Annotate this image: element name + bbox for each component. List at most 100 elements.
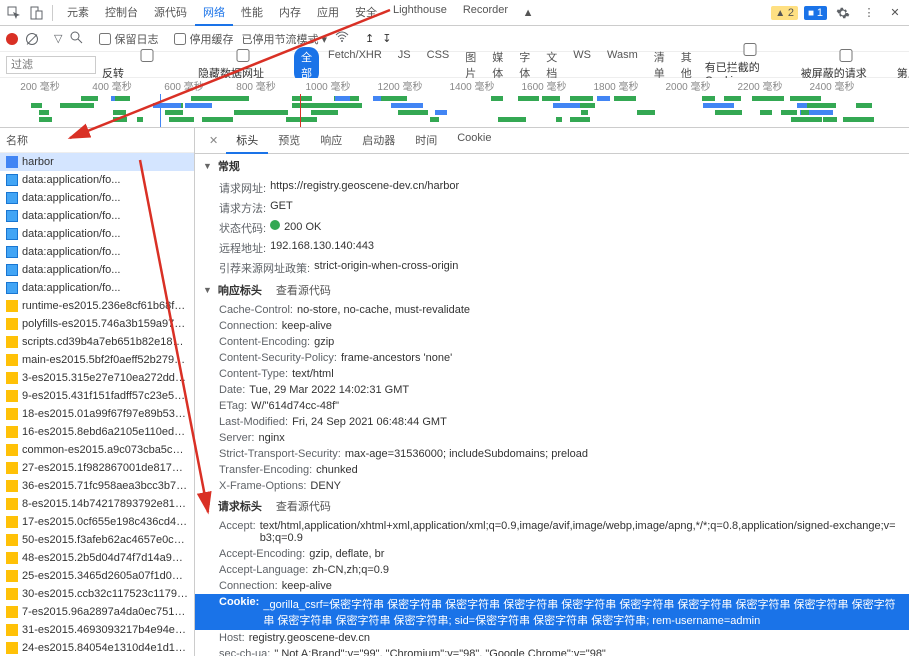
waterfall-overview[interactable]: 200 毫秒400 毫秒600 毫秒800 毫秒1000 毫秒1200 毫秒14… — [0, 78, 909, 128]
clear-icon[interactable] — [26, 33, 38, 45]
more-icon[interactable]: ⋮ — [859, 3, 879, 23]
request-row[interactable]: data:application/fo... — [0, 207, 194, 225]
request-row[interactable]: 31-es2015.4693093217b4e94e227a.js — [0, 621, 194, 639]
header-row[interactable]: Connection: keep-alive — [195, 318, 909, 334]
header-row[interactable]: ETag: W/"614d74cc-48f" — [195, 398, 909, 414]
record-icon[interactable] — [6, 33, 18, 45]
request-row[interactable]: 27-es2015.1f982867001de81791c3.js — [0, 459, 194, 477]
request-name: common-es2015.a9c073cba5c10a04538.js — [22, 444, 188, 456]
download-icon[interactable]: ↧ — [382, 32, 391, 45]
device-icon[interactable] — [26, 3, 46, 23]
header-row[interactable]: Accept: text/html,application/xhtml+xml,… — [195, 518, 909, 546]
invert-checkbox[interactable]: 反转 — [102, 49, 192, 81]
throttling-dropdown[interactable]: 已停用节流模式 ▾ — [241, 31, 327, 47]
close-devtools-icon[interactable]: ✕ — [885, 3, 905, 23]
header-row[interactable]: Last-Modified: Fri, 24 Sep 2021 06:48:44… — [195, 414, 909, 430]
blocked-requests-checkbox[interactable]: 被屏蔽的请求 — [801, 49, 891, 81]
request-row[interactable]: 8-es2015.14b74217893792e81f3.js — [0, 495, 194, 513]
preserve-log-checkbox[interactable]: 保留日志 — [99, 31, 158, 47]
info-badge[interactable]: ■ 1 — [804, 6, 827, 20]
panel-tab-Recorder[interactable]: Recorder — [455, 0, 516, 26]
request-row[interactable]: data:application/fo... — [0, 171, 194, 189]
request-details: ✕ 标头预览响应启动器时间Cookie ▼常规 请求网址:https://reg… — [195, 128, 909, 656]
header-row[interactable]: Content-Encoding: gzip — [195, 334, 909, 350]
request-row[interactable]: 9-es2015.431f151fadff57c23e51.js — [0, 387, 194, 405]
detail-tab-响应[interactable]: 响应 — [310, 128, 352, 154]
request-row[interactable]: 18-es2015.01a99f67f97e89b53c24.js — [0, 405, 194, 423]
request-headers-section[interactable]: ▼请求标头查看源代码 — [195, 494, 909, 518]
panel-tab-性能[interactable]: 性能 — [233, 0, 271, 26]
request-row[interactable]: data:application/fo... — [0, 279, 194, 297]
request-row[interactable]: 7-es2015.96a2897a4da0ec751dac.js — [0, 603, 194, 621]
request-row[interactable]: scripts.cd39b4a7eb651b82e188.js — [0, 333, 194, 351]
request-row[interactable]: 36-es2015.71fc958aea3bcc3b780ca.js — [0, 477, 194, 495]
request-row[interactable]: 16-es2015.8ebd6a2105e110edd1f0.js — [0, 423, 194, 441]
third-party-checkbox[interactable]: 第三方请求 — [897, 49, 909, 81]
request-row[interactable]: data:application/fo... — [0, 225, 194, 243]
wifi-icon[interactable] — [335, 30, 349, 47]
header-row[interactable]: Content-Security-Policy: frame-ancestors… — [195, 350, 909, 366]
header-row[interactable]: Accept-Language: zh-CN,zh;q=0.9 — [195, 562, 909, 578]
panel-tab-网络[interactable]: 网络 — [195, 0, 233, 26]
disable-cache-checkbox[interactable]: 停用缓存 — [174, 31, 233, 47]
general-section[interactable]: ▼常规 — [195, 154, 909, 178]
search-icon[interactable] — [70, 31, 83, 47]
request-row[interactable]: 30-es2015.ccb32c117523c1179e17.js — [0, 585, 194, 603]
detail-tab-时间[interactable]: 时间 — [405, 128, 447, 154]
inspect-icon[interactable] — [4, 3, 24, 23]
request-name: 17-es2015.0cf655e198c436cd4613.js — [22, 516, 188, 528]
request-row[interactable]: runtime-es2015.236e8cf61b68f5da67fe.js — [0, 297, 194, 315]
close-details-icon[interactable]: ✕ — [201, 134, 226, 147]
request-row[interactable]: 17-es2015.0cf655e198c436cd4613.js — [0, 513, 194, 531]
request-row[interactable]: data:application/fo... — [0, 189, 194, 207]
header-row[interactable]: Host: registry.geoscene-dev.cn — [195, 630, 909, 646]
panel-tab-源代码[interactable]: 源代码 — [146, 0, 195, 26]
header-row[interactable]: Server: nginx — [195, 430, 909, 446]
header-value: registry.geoscene-dev.cn — [249, 632, 370, 644]
header-row[interactable]: Cache-Control: no-store, no-cache, must-… — [195, 302, 909, 318]
header-value: chunked — [316, 464, 358, 476]
header-value: DENY — [310, 480, 341, 492]
filter-icon[interactable]: ▽ — [54, 32, 62, 45]
js-file-icon — [6, 624, 18, 636]
header-row[interactable]: Content-Type: text/html — [195, 366, 909, 382]
header-row[interactable]: Date: Tue, 29 Mar 2022 14:02:31 GMT — [195, 382, 909, 398]
request-row[interactable]: 25-es2015.3465d2605a07f1d0ad24.js — [0, 567, 194, 585]
settings-icon[interactable] — [833, 3, 853, 23]
response-headers-section[interactable]: ▼响应标头查看源代码 — [195, 278, 909, 302]
request-row[interactable]: main-es2015.5bf2f0aeff52b27959f5.js — [0, 351, 194, 369]
header-row[interactable]: Cookie: _gorilla_csrf=保密字符串 保密字符串 保密字符串 … — [195, 594, 909, 630]
panel-tab-内存[interactable]: 内存 — [271, 0, 309, 26]
name-column-header[interactable]: 名称 — [0, 128, 194, 153]
header-row[interactable]: Transfer-Encoding: chunked — [195, 462, 909, 478]
upload-icon[interactable]: ↥ — [365, 32, 374, 45]
request-row[interactable]: 48-es2015.2b5d04d74f7d14a98a6.js — [0, 549, 194, 567]
header-row[interactable]: X-Frame-Options: DENY — [195, 478, 909, 494]
request-row[interactable]: 3-es2015.315e27e710ea272ddad.js — [0, 369, 194, 387]
panel-tab-控制台[interactable]: 控制台 — [97, 0, 146, 26]
panel-tab-元素[interactable]: 元素 — [59, 0, 97, 26]
detail-tab-Cookie[interactable]: Cookie — [447, 128, 501, 154]
panel-tab-Lighthouse[interactable]: Lighthouse — [385, 0, 455, 26]
request-row[interactable]: 50-es2015.f3afeb62ac4657e0cbcb.js — [0, 531, 194, 549]
request-row[interactable]: harbor — [0, 153, 194, 171]
request-row[interactable]: data:application/fo... — [0, 243, 194, 261]
detail-tab-标头[interactable]: 标头 — [226, 128, 268, 154]
request-row[interactable]: 24-es2015.84054e1310d4e1d13a5.js — [0, 639, 194, 656]
panel-tab-应用[interactable]: 应用 — [309, 0, 347, 26]
request-row[interactable]: data:application/fo... — [0, 261, 194, 279]
header-row[interactable]: Accept-Encoding: gzip, deflate, br — [195, 546, 909, 562]
warnings-badge[interactable]: ▲ 2 — [771, 6, 798, 20]
detail-tab-启动器[interactable]: 启动器 — [352, 128, 405, 154]
header-row[interactable]: Connection: keep-alive — [195, 578, 909, 594]
request-row[interactable]: polyfills-es2015.746a3b159a979d256b42.js — [0, 315, 194, 333]
header-row[interactable]: sec-ch-ua: " Not A;Brand";v="99", "Chrom… — [195, 646, 909, 656]
js-file-icon — [6, 408, 18, 420]
header-row[interactable]: Strict-Transport-Security: max-age=31536… — [195, 446, 909, 462]
request-row[interactable]: common-es2015.a9c073cba5c10a04538.js — [0, 441, 194, 459]
hide-data-urls-checkbox[interactable]: 隐藏数据网址 — [198, 49, 288, 81]
panel-tab-安全[interactable]: 安全 — [347, 0, 385, 26]
request-name: harbor — [22, 156, 54, 168]
detail-tab-预览[interactable]: 预览 — [268, 128, 310, 154]
filter-input[interactable] — [6, 56, 96, 74]
